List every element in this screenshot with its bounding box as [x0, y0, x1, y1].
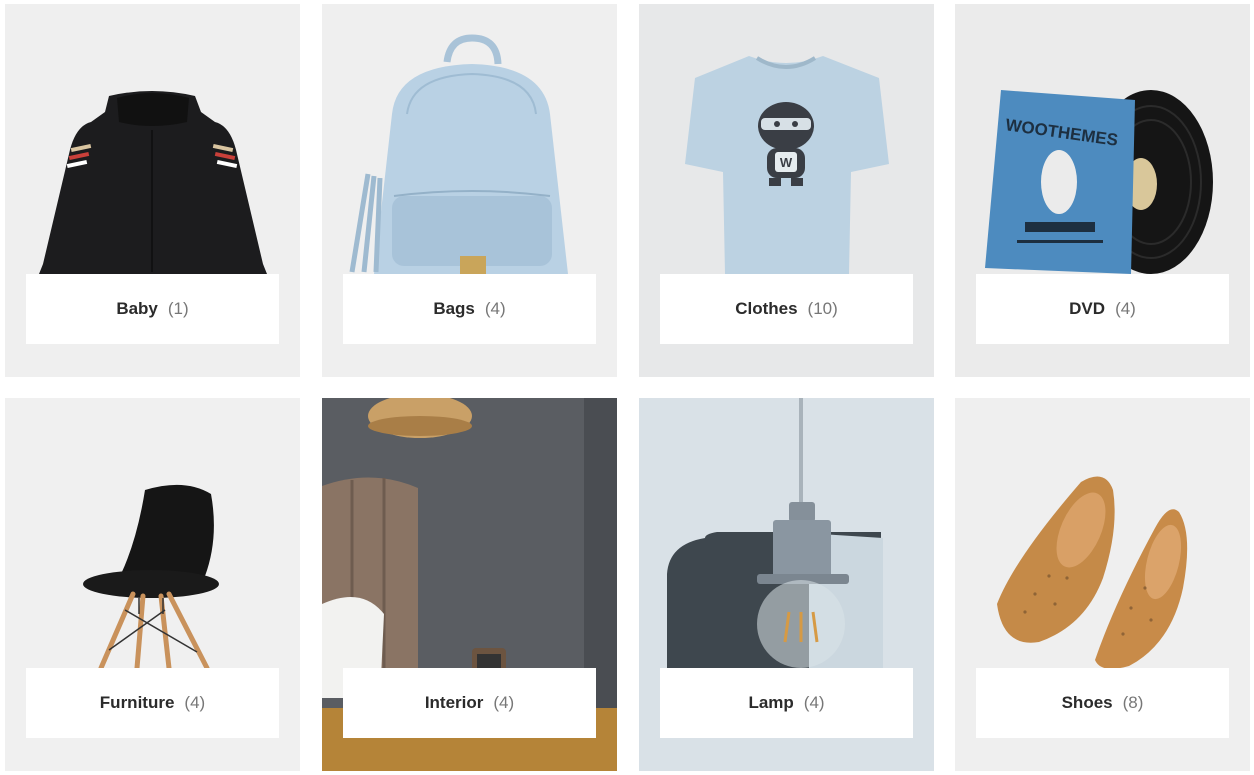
category-name[interactable]: Clothes: [735, 299, 797, 319]
category-count: (10): [807, 299, 838, 318]
category-name[interactable]: Bags: [433, 299, 475, 319]
category-tile-furniture[interactable]: Furniture (4): [5, 398, 300, 771]
category-tile-baby[interactable]: Baby (1): [5, 4, 300, 377]
category-tile-dvd[interactable]: WOOTHEMES DVD (4): [955, 4, 1250, 377]
shirt-letter: W: [780, 155, 793, 170]
category-label[interactable]: Shoes (8): [976, 668, 1229, 738]
category-label[interactable]: Lamp (4): [660, 668, 913, 738]
category-name[interactable]: Baby: [116, 299, 158, 319]
category-name[interactable]: Shoes: [1062, 693, 1113, 713]
category-count: (8): [1122, 693, 1144, 712]
category-label[interactable]: Interior (4): [343, 668, 596, 738]
category-label[interactable]: Baby (1): [26, 274, 279, 344]
category-name[interactable]: Interior: [425, 693, 484, 713]
category-tile-bags[interactable]: Bags (4): [322, 4, 617, 377]
category-count: (4): [493, 693, 515, 712]
category-label[interactable]: Clothes (10): [660, 274, 913, 344]
category-name[interactable]: Furniture: [100, 693, 175, 713]
category-count: (4): [1115, 299, 1136, 318]
category-count: (4): [803, 693, 825, 712]
category-count: (1): [167, 299, 189, 318]
category-label[interactable]: DVD (4): [976, 274, 1229, 344]
category-tile-clothes[interactable]: W Clothes (10): [639, 4, 934, 377]
category-grid: Baby (1) Bags (4) W Clothes (10) WOOTHEM…: [0, 0, 1254, 775]
category-count: (4): [184, 693, 206, 712]
category-name[interactable]: Lamp: [748, 693, 793, 713]
category-label[interactable]: Bags (4): [343, 274, 596, 344]
category-name[interactable]: DVD: [1069, 299, 1105, 319]
category-tile-shoes[interactable]: Shoes (8): [955, 398, 1250, 771]
category-tile-interior[interactable]: Interior (4): [322, 398, 617, 771]
category-count: (4): [484, 299, 506, 318]
category-tile-lamp[interactable]: Lamp (4): [639, 398, 934, 771]
category-label[interactable]: Furniture (4): [26, 668, 279, 738]
